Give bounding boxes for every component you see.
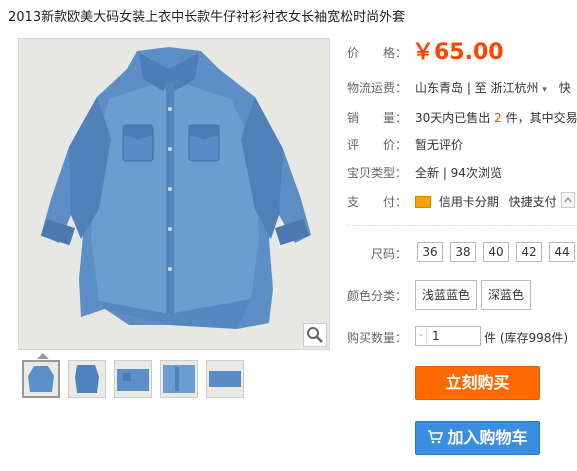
price-value: ￥65.00 bbox=[412, 40, 504, 65]
color-label: 颜色分类： bbox=[347, 289, 408, 303]
size-option-36[interactable]: 36 bbox=[417, 242, 443, 262]
chevron-down-icon: ▾ bbox=[542, 85, 547, 95]
magnifier-icon bbox=[307, 327, 323, 343]
thumbnail-2[interactable] bbox=[68, 360, 106, 398]
size-option-44[interactable]: 44 bbox=[549, 242, 575, 262]
payment-option-express[interactable]: 快捷支付 bbox=[509, 195, 557, 209]
payment-option-installment[interactable]: 信用卡分期 bbox=[439, 195, 499, 209]
buy-now-button[interactable]: 立刻购买 bbox=[415, 366, 540, 400]
thumbnail-4[interactable] bbox=[160, 360, 198, 398]
active-thumb-indicator bbox=[37, 353, 49, 359]
sales-suffix: 件，其中交易 bbox=[505, 111, 577, 125]
scroll-up-button[interactable] bbox=[561, 192, 575, 208]
thumbnail-1[interactable] bbox=[22, 360, 60, 398]
stock-info: 件 (库存998件) bbox=[484, 331, 569, 345]
thumbnail-3[interactable] bbox=[114, 360, 152, 398]
size-label: 尺码： bbox=[371, 247, 408, 261]
cart-icon bbox=[427, 423, 444, 455]
product-main-image[interactable] bbox=[18, 38, 330, 350]
credit-card-icon bbox=[415, 195, 431, 208]
quantity-decrement[interactable]: - bbox=[416, 327, 427, 345]
rating-label: 评 价： bbox=[347, 138, 408, 152]
divider bbox=[347, 225, 577, 226]
product-title: 2013新款欧美大码女装上衣中长款牛仔衬衫衬衣女长袖宽松时尚外套 bbox=[8, 10, 406, 25]
thumbnail-5[interactable] bbox=[206, 360, 244, 398]
size-option-38[interactable]: 38 bbox=[450, 242, 476, 262]
shipping-label: 物流运费： bbox=[347, 81, 408, 95]
sales-label: 销 量： bbox=[347, 111, 408, 125]
sales-value: 30天内已售出 2 件，其中交易 bbox=[415, 109, 577, 126]
color-option-light-blue[interactable]: 浅蓝蓝色 bbox=[415, 280, 478, 310]
sales-count: 2 bbox=[494, 111, 502, 125]
add-to-cart-button[interactable]: 加入购物车 bbox=[415, 421, 540, 455]
status-label: 宝贝类型： bbox=[347, 166, 408, 180]
sales-prefix: 30天内已售出 bbox=[415, 111, 491, 125]
size-option-42[interactable]: 42 bbox=[516, 242, 542, 262]
payment-options: 信用卡分期 快捷支付 bbox=[415, 193, 557, 210]
shipping-route[interactable]: 山东青岛 | 至 浙江杭州 ▾ 快 bbox=[415, 79, 571, 96]
payment-label: 支 付： bbox=[347, 195, 408, 209]
quantity-input[interactable]: 1 bbox=[432, 329, 440, 343]
quantity-stepper[interactable]: - 1 bbox=[415, 326, 481, 346]
color-option-dark-blue[interactable]: 深蓝色 bbox=[481, 280, 532, 310]
size-option-40[interactable]: 40 bbox=[483, 242, 509, 262]
shipping-extra: 快 bbox=[558, 81, 571, 95]
status-value: 全新 | 94次浏览 bbox=[415, 166, 502, 180]
price-label: 价 格： bbox=[347, 46, 408, 60]
rating-value: 暂无评价 bbox=[415, 138, 464, 152]
add-to-cart-label: 加入购物车 bbox=[447, 428, 528, 447]
denim-shirt-illustration bbox=[19, 39, 329, 349]
shipping-route-text: 山东青岛 | 至 浙江杭州 bbox=[415, 81, 539, 95]
quantity-label: 购买数量： bbox=[347, 331, 408, 345]
chevron-up-icon bbox=[564, 196, 572, 203]
zoom-button[interactable] bbox=[303, 323, 327, 347]
